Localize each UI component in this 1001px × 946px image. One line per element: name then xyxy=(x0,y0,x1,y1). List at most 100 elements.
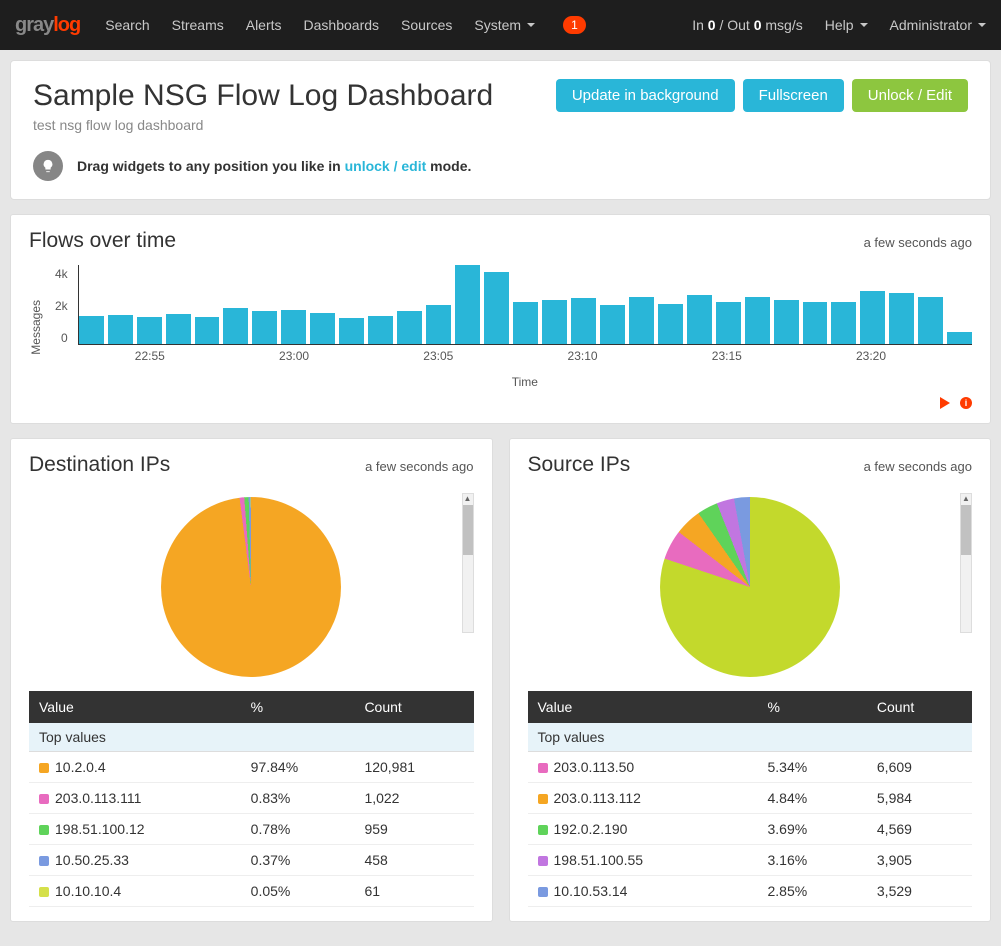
nav-dashboards[interactable]: Dashboards xyxy=(304,17,380,33)
bar xyxy=(947,332,972,344)
nav-streams[interactable]: Streams xyxy=(172,17,224,33)
table-row[interactable]: 192.0.2.1903.69%4,569 xyxy=(528,814,973,845)
pie-chart xyxy=(161,497,341,677)
pie-chart xyxy=(660,497,840,677)
table-row[interactable]: 203.0.113.1110.83%1,022 xyxy=(29,783,474,814)
unlock-edit-button[interactable]: Unlock / Edit xyxy=(852,79,968,112)
hint-text: Drag widgets to any position you like in… xyxy=(77,158,471,174)
table-row[interactable]: 10.10.10.40.05%61 xyxy=(29,876,474,907)
bar xyxy=(339,318,364,344)
bar xyxy=(658,304,683,344)
bar xyxy=(629,297,654,344)
bar-chart xyxy=(78,265,972,345)
scroll-thumb[interactable] xyxy=(961,505,971,555)
y-axis-ticks: 4k 2k 0 xyxy=(55,265,68,345)
unlock-edit-link[interactable]: unlock / edit xyxy=(345,158,427,174)
table-subheader: Top values xyxy=(29,723,474,752)
bar xyxy=(687,295,712,344)
logo[interactable]: graylog xyxy=(15,14,80,37)
bar xyxy=(918,297,943,344)
logo-gray: gray xyxy=(15,14,53,36)
color-swatch xyxy=(39,763,49,773)
bar xyxy=(108,315,133,344)
scroll-thumb[interactable] xyxy=(463,505,473,555)
col-pct: % xyxy=(758,691,867,723)
navbar: graylog Search Streams Alerts Dashboards… xyxy=(0,0,1001,50)
x-axis-label: Time xyxy=(78,375,972,389)
nav-items: Search Streams Alerts Dashboards Sources… xyxy=(105,16,692,34)
bar xyxy=(223,308,248,344)
table-subheader: Top values xyxy=(528,723,973,752)
table-row[interactable]: 203.0.113.505.34%6,609 xyxy=(528,752,973,783)
info-icon[interactable]: i xyxy=(960,397,972,409)
table-row[interactable]: 198.51.100.553.16%3,905 xyxy=(528,845,973,876)
x-axis-ticks: 22:5523:0023:0523:1023:1523:20 xyxy=(78,345,972,375)
chevron-down-icon xyxy=(978,23,986,27)
col-count: Count xyxy=(354,691,473,723)
bar xyxy=(484,272,509,344)
bar xyxy=(281,310,306,344)
scrollbar[interactable]: ▲ xyxy=(960,493,972,633)
bar xyxy=(774,300,799,344)
scroll-up-icon[interactable]: ▲ xyxy=(962,494,970,504)
col-pct: % xyxy=(241,691,355,723)
nav-sources[interactable]: Sources xyxy=(401,17,452,33)
table-row[interactable]: 10.50.25.330.37%458 xyxy=(29,845,474,876)
scrollbar[interactable]: ▲ xyxy=(462,493,474,633)
bar xyxy=(831,302,856,344)
bar xyxy=(716,302,741,344)
bar xyxy=(513,302,538,344)
header-panel: Sample NSG Flow Log Dashboard test nsg f… xyxy=(10,60,991,200)
play-icon[interactable] xyxy=(940,397,950,409)
table-row[interactable]: 10.10.53.142.85%3,529 xyxy=(528,876,973,907)
bar xyxy=(426,305,451,344)
chevron-down-icon xyxy=(860,23,868,27)
table-row[interactable]: 198.51.100.120.78%959 xyxy=(29,814,474,845)
nav-admin-label: Administrator xyxy=(890,17,972,33)
bar xyxy=(137,317,162,344)
col-value: Value xyxy=(528,691,758,723)
bar xyxy=(166,314,191,344)
col-count: Count xyxy=(867,691,972,723)
bar xyxy=(889,293,914,344)
nav-alerts[interactable]: Alerts xyxy=(246,17,282,33)
notification-badge[interactable]: 1 xyxy=(563,16,586,34)
throughput: In 0 / Out 0 msg/s xyxy=(692,17,803,33)
logo-log: log xyxy=(53,14,80,36)
nav-help-label: Help xyxy=(825,17,854,33)
color-swatch xyxy=(39,794,49,804)
hint-row: Drag widgets to any position you like in… xyxy=(33,151,968,181)
fullscreen-button[interactable]: Fullscreen xyxy=(743,79,844,112)
widget-title: Source IPs xyxy=(528,453,631,477)
scroll-up-icon[interactable]: ▲ xyxy=(464,494,472,504)
bar xyxy=(79,316,104,344)
bar xyxy=(542,300,567,344)
nav-admin[interactable]: Administrator xyxy=(890,17,986,33)
source-ips-table: Value % Count Top values 203.0.113.505.3… xyxy=(528,691,973,907)
nav-system[interactable]: System xyxy=(474,17,535,33)
flows-over-time-widget: Flows over time a few seconds ago Messag… xyxy=(10,214,991,424)
nav-search[interactable]: Search xyxy=(105,17,149,33)
bar xyxy=(860,291,885,344)
widget-updated: a few seconds ago xyxy=(864,235,972,250)
bar xyxy=(745,297,770,344)
nav-help[interactable]: Help xyxy=(825,17,868,33)
update-background-button[interactable]: Update in background xyxy=(556,79,735,112)
color-swatch xyxy=(538,763,548,773)
color-swatch xyxy=(39,856,49,866)
bar xyxy=(368,316,393,344)
destination-ips-widget: Destination IPs a few seconds ago ▲ Valu… xyxy=(10,438,493,922)
table-row[interactable]: 203.0.113.1124.84%5,984 xyxy=(528,783,973,814)
widget-updated: a few seconds ago xyxy=(365,459,473,474)
widget-title: Flows over time xyxy=(29,229,176,253)
bar xyxy=(803,302,828,344)
bar xyxy=(397,311,422,344)
col-value: Value xyxy=(29,691,241,723)
chevron-down-icon xyxy=(527,23,535,27)
table-row[interactable]: 10.2.0.497.84%120,981 xyxy=(29,752,474,783)
color-swatch xyxy=(538,856,548,866)
bar xyxy=(600,305,625,344)
destination-ips-table: Value % Count Top values 10.2.0.497.84%1… xyxy=(29,691,474,907)
source-ips-widget: Source IPs a few seconds ago ▲ Value % C… xyxy=(509,438,992,922)
lightbulb-icon xyxy=(33,151,63,181)
